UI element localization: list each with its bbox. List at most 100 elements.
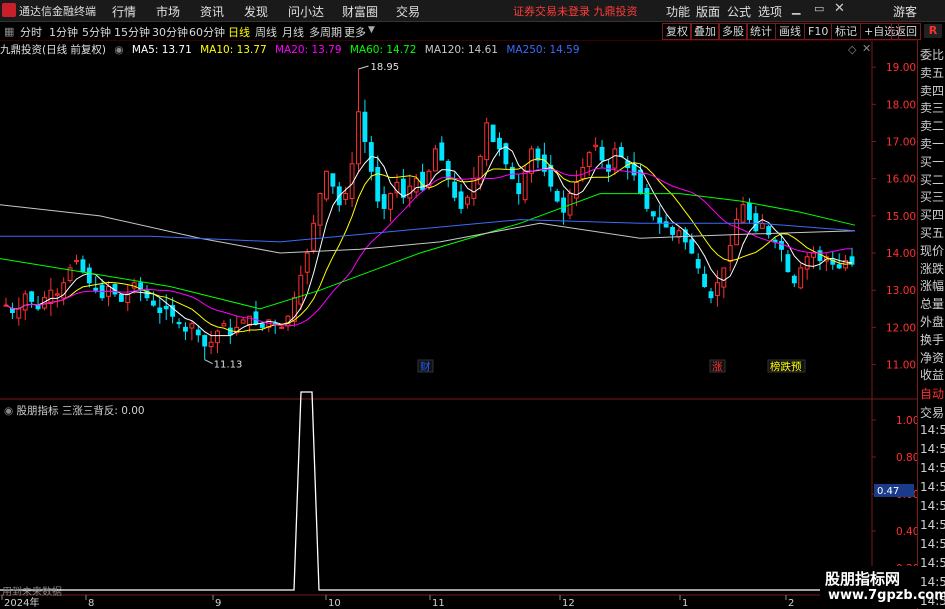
- candle-body: [125, 293, 131, 304]
- candle-body: [48, 289, 54, 305]
- watermark: 股朋指标网 www.7gpzb.com: [820, 566, 945, 608]
- candle-body: [484, 122, 490, 161]
- ma-legend: 九鼎投资(日线 前复权) ◉ MA5: 13.71 MA10: 13.77 MA…: [0, 42, 585, 56]
- menu-layout[interactable]: 版面: [696, 3, 720, 20]
- menu-quotes[interactable]: 行情: [112, 3, 136, 20]
- candle-body: [593, 144, 599, 148]
- trade-label: 自动: [920, 387, 945, 401]
- price-tick-label: 14.00: [886, 248, 916, 260]
- btn-draw[interactable]: 画线: [775, 23, 805, 40]
- period-multi[interactable]: 多周期: [309, 24, 342, 40]
- period-monthly[interactable]: 月线: [282, 24, 304, 40]
- grid-icon[interactable]: ▦: [4, 25, 14, 38]
- candle-body: [798, 267, 804, 289]
- candle-body: [465, 196, 470, 205]
- watermark-url: www.7gpzb.com: [828, 588, 945, 603]
- candle-body: [650, 211, 656, 217]
- candle-body: [16, 308, 22, 319]
- candle-body: [644, 188, 650, 209]
- app-title: 通达信金融终端: [19, 5, 96, 18]
- btn-back[interactable]: 返回: [891, 23, 921, 40]
- quote-label: 买三: [920, 190, 945, 205]
- period-tick[interactable]: 分时: [20, 24, 42, 40]
- candle-body: [362, 111, 368, 143]
- candle-body: [586, 152, 592, 167]
- price-tick-label: 15.00: [886, 211, 916, 223]
- btn-mark[interactable]: 标记: [831, 23, 861, 40]
- date-label: 2: [788, 598, 794, 609]
- settings-icon[interactable]: ◉: [114, 44, 123, 56]
- candle-body: [458, 191, 464, 209]
- menu-market[interactable]: 市场: [156, 3, 180, 20]
- menu-wealth[interactable]: 财富圈: [342, 3, 378, 20]
- candle-body: [779, 240, 784, 250]
- candle-body: [676, 230, 682, 238]
- price-tick-label: 12.00: [886, 322, 916, 334]
- candle-body: [708, 291, 714, 299]
- period-15min[interactable]: 15分钟: [114, 24, 150, 40]
- menu-function[interactable]: 功能: [666, 3, 690, 20]
- menu-ask[interactable]: 问小达: [288, 3, 324, 20]
- candle-body: [612, 148, 618, 169]
- candle-body: [183, 326, 188, 332]
- low-pointer: [204, 359, 213, 365]
- candle-body: [400, 178, 406, 198]
- candle-body: [227, 327, 233, 336]
- date-label: 12: [562, 598, 575, 609]
- quote-label: 卖五: [920, 65, 945, 80]
- quote-label: 卖一: [920, 137, 945, 151]
- period-1min[interactable]: 1分钟: [49, 24, 78, 40]
- period-5min[interactable]: 5分钟: [82, 24, 111, 40]
- dropdown-arrow-icon[interactable]: ▼: [368, 25, 375, 35]
- candle-body: [118, 294, 124, 302]
- period-60min[interactable]: 60分钟: [189, 24, 225, 40]
- guest-label[interactable]: 游客: [893, 3, 917, 20]
- menu-discover[interactable]: 发现: [244, 3, 268, 20]
- r-badge[interactable]: R: [924, 24, 942, 38]
- ma5-label: MA5: 13.71: [131, 44, 192, 56]
- period-more[interactable]: 更多: [344, 24, 366, 40]
- candle-body: [86, 267, 92, 284]
- btn-adjust[interactable]: 复权: [662, 23, 692, 40]
- period-weekly[interactable]: 周线: [255, 24, 277, 40]
- btn-stats[interactable]: 统计: [746, 23, 776, 40]
- quote-label: 卖三: [920, 101, 945, 116]
- close-icon[interactable]: ✕: [834, 1, 845, 16]
- price-tick-label: 17.00: [886, 137, 916, 149]
- tick-time: 14:56: [920, 518, 945, 532]
- menu-news[interactable]: 资讯: [200, 3, 224, 20]
- btn-overlay[interactable]: 叠加: [690, 23, 720, 40]
- period-toolbar: ▦ 分时 1分钟 5分钟 15分钟 30分钟 60分钟 日线 周线 月线 多周期…: [0, 22, 945, 41]
- indicator-settings-icon[interactable]: ◉: [4, 405, 13, 417]
- chart-settings-icon[interactable]: ◇: [848, 43, 856, 56]
- tick-time: 14:56: [920, 575, 945, 589]
- btn-f10[interactable]: F10: [804, 23, 833, 40]
- kline-chart[interactable]: 19.00 18.00 17.00 16.00 15.00 14.00 13.00 12.00…: [0, 0, 945, 609]
- app-logo-icon: [2, 3, 16, 17]
- date-label: 9: [215, 598, 221, 609]
- price-tick-label: 13.00: [886, 285, 916, 297]
- candle-body: [375, 167, 381, 202]
- menu-trade[interactable]: 交易: [396, 3, 420, 20]
- candle-body: [785, 254, 791, 273]
- candle-body: [702, 273, 708, 287]
- candle-body: [522, 170, 528, 201]
- period-daily[interactable]: 日线: [228, 24, 250, 40]
- menu-options[interactable]: 选项: [758, 3, 782, 20]
- menu-bar: 通达信金融终端 行情 市场 资讯 发现 问小达 财富圈 交易 证券交易未登录 九…: [0, 0, 945, 22]
- candle-body: [215, 330, 220, 344]
- quote-label: 现价: [920, 243, 945, 258]
- restore-icon[interactable]: ▭: [814, 2, 824, 15]
- btn-multi-stock[interactable]: 多股: [718, 23, 748, 40]
- chart-close-icon[interactable]: ✕: [862, 42, 871, 55]
- candle-body: [695, 259, 701, 269]
- quote-label: 买一: [920, 154, 945, 169]
- quote-label: 买五: [920, 226, 945, 240]
- price-tick-label: 18.00: [886, 99, 916, 111]
- tick-time: 14:56: [920, 499, 945, 513]
- period-30min[interactable]: 30分钟: [152, 24, 188, 40]
- login-notice[interactable]: 证券交易未登录 九鼎投资: [513, 3, 638, 19]
- candle-body: [74, 259, 79, 263]
- minimize-icon[interactable]: ▁: [792, 2, 800, 15]
- menu-formula[interactable]: 公式: [727, 3, 751, 20]
